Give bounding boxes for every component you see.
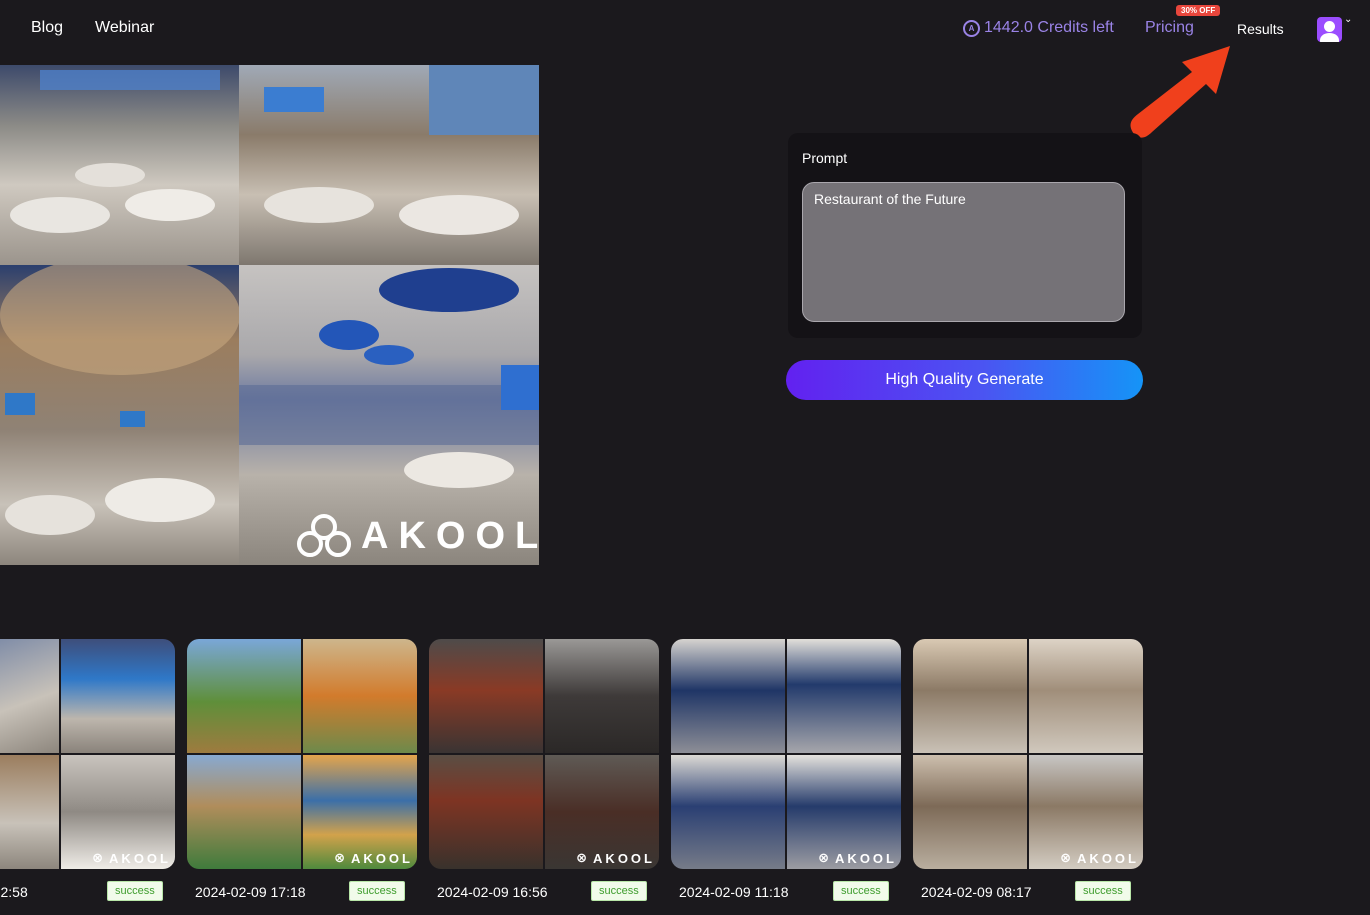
- credits-indicator: A 1442.0 Credits left: [963, 19, 1114, 37]
- status-badge: success: [591, 881, 647, 901]
- user-avatar-icon[interactable]: [1317, 17, 1342, 42]
- history-card[interactable]: ⊗ AKOOL 2024-02-09 11:18 success: [671, 639, 901, 915]
- history-date: 2024-02-09 17:18: [195, 884, 306, 900]
- annotation-arrow-icon: [1130, 46, 1230, 138]
- image-tile: [0, 65, 239, 265]
- history-thumbnail[interactable]: ⊗ AKOOL: [0, 639, 175, 869]
- history-thumbnail[interactable]: ⊗ AKOOL: [913, 639, 1143, 869]
- prompt-label: Prompt: [802, 150, 848, 166]
- akool-watermark: ⊗ AKOOL: [576, 850, 655, 866]
- status-badge: success: [349, 881, 405, 901]
- nav-blog-link[interactable]: Blog: [31, 19, 63, 37]
- history-date: 02-12 12:58: [0, 884, 28, 900]
- status-badge: success: [1075, 881, 1131, 901]
- history-thumbnail[interactable]: ⊗ AKOOL: [671, 639, 901, 869]
- pricing-link[interactable]: Pricing: [1145, 19, 1194, 37]
- generated-image[interactable]: AKOOL: [0, 65, 539, 565]
- history-card[interactable]: ⊗ AKOOL 2024-02-09 16:56 success: [429, 639, 659, 915]
- discount-badge: 30% OFF: [1176, 5, 1221, 16]
- prompt-input[interactable]: Restaurant of the Future: [802, 182, 1125, 322]
- history-card[interactable]: ⊗ AKOOL 2024-02-09 08:17 success: [913, 639, 1143, 915]
- prompt-panel: Prompt Restaurant of the Future: [788, 133, 1142, 338]
- image-tile: [0, 265, 239, 565]
- history-card[interactable]: ⊗AKOOL 02-12 12:58 success: [0, 639, 175, 915]
- akool-watermark: ⊗ AKOOL: [818, 850, 897, 866]
- credits-text: 1442.0 Credits left: [984, 19, 1114, 36]
- history-card[interactable]: ⊗ AKOOL 2024-02-09 17:18 success: [187, 639, 417, 915]
- akool-watermark: ⊗ AKOOL: [334, 850, 413, 866]
- history-date: 2024-02-09 16:56: [437, 884, 548, 900]
- image-tile: [239, 65, 539, 265]
- history-date: 2024-02-09 11:18: [679, 884, 789, 900]
- akool-logo-icon: [297, 514, 351, 557]
- akool-watermark: ⊗ AKOOL: [92, 850, 171, 866]
- status-badge: success: [107, 881, 163, 901]
- history-date: 2024-02-09 08:17: [921, 884, 1032, 900]
- chevron-down-icon[interactable]: ⌄: [1344, 14, 1352, 25]
- status-badge: success: [833, 881, 889, 901]
- nav-webinar-link[interactable]: Webinar: [95, 19, 154, 37]
- history-thumbnail[interactable]: ⊗ AKOOL: [429, 639, 659, 869]
- results-link[interactable]: Results: [1237, 21, 1284, 37]
- history-thumbnail[interactable]: ⊗ AKOOL: [187, 639, 417, 869]
- high-quality-generate-button[interactable]: High Quality Generate: [786, 360, 1143, 400]
- akool-watermark: AKOOL: [295, 513, 548, 559]
- akool-watermark: ⊗ AKOOL: [1060, 850, 1139, 866]
- akool-coin-icon: A: [963, 19, 980, 37]
